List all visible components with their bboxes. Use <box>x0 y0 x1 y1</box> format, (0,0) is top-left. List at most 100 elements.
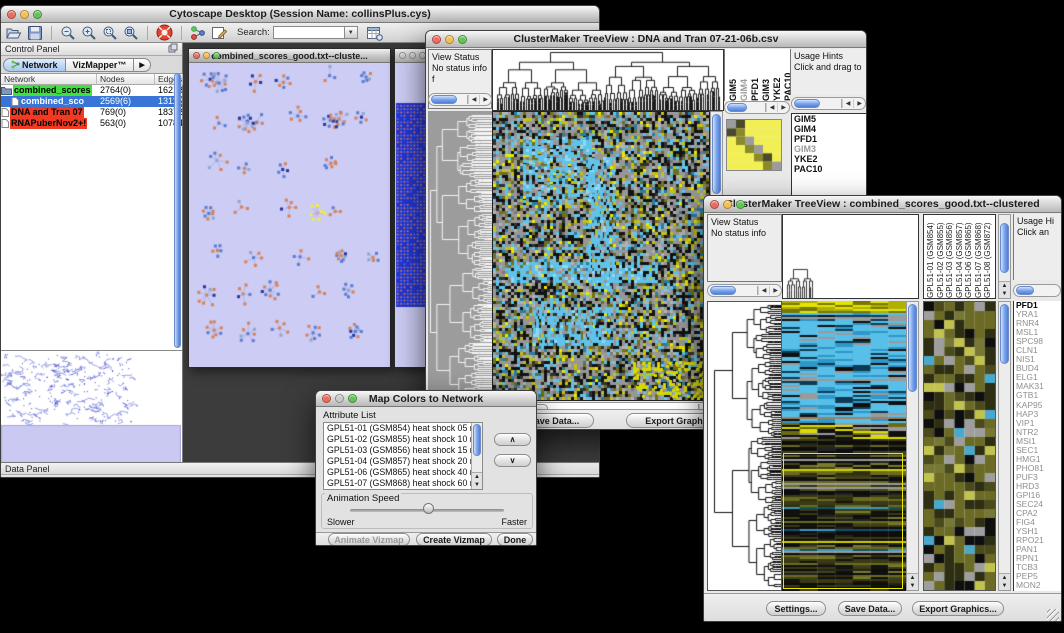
tv2-hints-scrollbar[interactable] <box>1013 284 1061 297</box>
search-input[interactable] <box>273 26 345 39</box>
network-view-2-titlebar[interactable] <box>395 49 427 63</box>
animate-vizmap-button[interactable]: Animate Vizmap <box>328 533 410 546</box>
network-overview-canvas[interactable] <box>1 351 181 463</box>
scrollbar-thumb[interactable] <box>1016 286 1034 295</box>
network-table-row[interactable]: DNA and Tran 07 769(0) 183728(0) <box>1 107 182 118</box>
move-up-button[interactable]: ∧ <box>494 433 531 446</box>
scroll-right-arrow-icon[interactable]: ▶ <box>769 286 781 295</box>
scrollbar-thumb[interactable] <box>1000 223 1009 273</box>
dialog-titlebar[interactable]: Map Colors to Network <box>316 391 536 407</box>
minimize-button[interactable] <box>723 200 732 209</box>
scroll-right-arrow-icon[interactable]: ▶ <box>479 95 491 104</box>
attribute-list-item[interactable]: GPL51-02 (GSM855) heat shock 10 min <box>324 434 471 445</box>
tv1-titlebar[interactable]: ClusterMaker TreeView : DNA and Tran 07-… <box>426 31 866 48</box>
tv2-column-dendrogram[interactable] <box>782 214 919 299</box>
gene-list-item[interactable]: PFD1 <box>792 134 866 144</box>
zoom-out-icon[interactable] <box>59 24 77 42</box>
tv2-heatmap-vscrollbar[interactable]: ▲▼ <box>906 301 919 591</box>
close-button[interactable] <box>399 52 406 59</box>
create-vizmap-button[interactable]: Create Vizmap <box>416 533 492 546</box>
zoom-selected-icon[interactable] <box>101 24 119 42</box>
network-list-area[interactable] <box>1 129 182 350</box>
scroll-left-arrow-icon[interactable]: ◀ <box>766 103 778 112</box>
vizmapper-nodes-icon[interactable] <box>189 24 207 42</box>
scrollbar-thumb[interactable] <box>473 424 481 456</box>
scroll-down-arrow-icon[interactable]: ▼ <box>910 583 916 589</box>
open-file-icon[interactable] <box>5 24 23 42</box>
zoom-button[interactable] <box>33 10 42 19</box>
scroll-down-arrow-icon[interactable]: ▼ <box>474 482 480 488</box>
tv2-row-dendrogram[interactable] <box>707 301 782 591</box>
attribute-list-item[interactable]: GPL51-03 (GSM856) heat shock 15 min <box>324 445 471 456</box>
network-table-row[interactable]: combined_scores 2764(0) 16218(0) <box>1 85 182 96</box>
network-view-titlebar[interactable]: combined_scores_good.txt--cluste... <box>189 49 390 63</box>
scrollbar-thumb[interactable] <box>712 114 721 194</box>
attribute-list-item[interactable]: GPL51-06 (GSM865) heat shock 40 min <box>324 467 471 478</box>
minimize-button[interactable] <box>203 52 210 59</box>
annotation-edit-icon[interactable] <box>210 24 228 42</box>
gene-list-item[interactable]: MON2 <box>1014 581 1061 590</box>
export-graphics-button[interactable]: Export Graphics... <box>912 601 1004 616</box>
tv1-labels-scrollbar[interactable]: ◀▶ <box>724 101 790 114</box>
scroll-left-arrow-icon[interactable]: ◀ <box>758 286 770 295</box>
minimize-button[interactable] <box>445 35 454 44</box>
minimize-button[interactable] <box>409 52 416 59</box>
scroll-up-arrow-icon[interactable]: ▲ <box>1002 283 1008 289</box>
gene-list-item[interactable]: YKE2 <box>792 154 866 164</box>
help-lifering-icon[interactable] <box>155 23 174 42</box>
close-button[interactable] <box>7 10 16 19</box>
tv1-hints-scrollbar[interactable]: ◀▶ <box>791 97 866 110</box>
network-table-row-selected[interactable]: combined_sco 2569(6) 13112(15) <box>1 96 182 107</box>
speed-slider-thumb[interactable] <box>423 503 434 514</box>
resize-grip[interactable] <box>1047 609 1059 621</box>
scrollbar-thumb[interactable] <box>794 99 820 108</box>
tv1-column-dendrogram[interactable] <box>492 49 724 111</box>
gene-list-item[interactable]: PAC10 <box>792 164 866 174</box>
tv2-status-scrollbar[interactable]: ◀▶ <box>707 284 782 297</box>
attribute-list-item[interactable]: GPL51-04 (GSM857) heat shock 20 min <box>324 456 471 467</box>
zoom-button[interactable] <box>213 52 220 59</box>
attribute-browser-icon[interactable] <box>365 24 383 42</box>
scrollbar-thumb[interactable] <box>1000 304 1009 364</box>
scroll-down-arrow-icon[interactable]: ▼ <box>1002 291 1008 297</box>
main-titlebar[interactable]: Cytoscape Desktop (Session Name: collins… <box>1 6 599 23</box>
attribute-list-item[interactable]: GPL51-07 (GSM868) heat shock 60 min <box>324 478 471 489</box>
zoom-button[interactable] <box>736 200 745 209</box>
heatmap-selection-box[interactable] <box>783 453 903 589</box>
save-data-button[interactable]: Save Data... <box>838 601 902 616</box>
tv1-heatmap[interactable] <box>492 111 710 401</box>
zoom-button[interactable] <box>458 35 467 44</box>
tv2-titlebar[interactable]: ClusterMaker TreeView : combined_scores_… <box>704 196 1061 213</box>
scroll-right-arrow-icon[interactable]: ▶ <box>777 103 789 112</box>
network-list-scrollbar[interactable] <box>174 73 181 348</box>
save-icon[interactable] <box>26 24 44 42</box>
close-button[interactable] <box>193 52 200 59</box>
network-canvas-2[interactable] <box>395 63 427 367</box>
float-panel-icon[interactable] <box>168 43 178 55</box>
minimize-button[interactable] <box>20 10 29 19</box>
minimize-button[interactable] <box>335 394 344 403</box>
tv1-status-scrollbar[interactable]: ◀▶ <box>428 93 492 106</box>
move-down-button[interactable]: ∨ <box>494 454 531 467</box>
scrollbar-thumb[interactable] <box>431 95 457 104</box>
attribute-list-vscrollbar[interactable]: ▲▼ <box>471 423 482 489</box>
done-button[interactable]: Done <box>497 533 533 546</box>
tv1-row-dendrogram[interactable] <box>428 111 492 401</box>
tab-overflow-button[interactable]: ▶ <box>134 58 150 72</box>
tv2-minimap-vscrollbar[interactable]: ▲▼ <box>998 301 1011 591</box>
scroll-up-arrow-icon[interactable]: ▲ <box>910 575 916 581</box>
zoom-button[interactable] <box>348 394 357 403</box>
zoom-fit-icon[interactable] <box>122 24 140 42</box>
tab-vizmapper[interactable]: VizMapper™ <box>66 58 135 72</box>
settings-button[interactable]: Settings... <box>766 601 826 616</box>
scroll-down-arrow-icon[interactable]: ▼ <box>1002 583 1008 589</box>
search-dropdown-arrow[interactable]: ▼ <box>345 26 358 39</box>
attribute-list-item[interactable]: GPL51-01 (GSM854) heat shock 05 min <box>324 423 471 434</box>
network-table-row[interactable]: RNAPuberNov2+! 563(0) 107847(0) <box>1 118 182 129</box>
tv1-correlation-minimap[interactable] <box>726 119 782 171</box>
tv2-labels-vscrollbar[interactable]: ▲▼ <box>998 214 1011 299</box>
scroll-left-arrow-icon[interactable]: ◀ <box>842 99 854 108</box>
network-overview-panel[interactable] <box>1 350 182 462</box>
network-canvas[interactable] <box>189 63 390 367</box>
close-button[interactable] <box>432 35 441 44</box>
